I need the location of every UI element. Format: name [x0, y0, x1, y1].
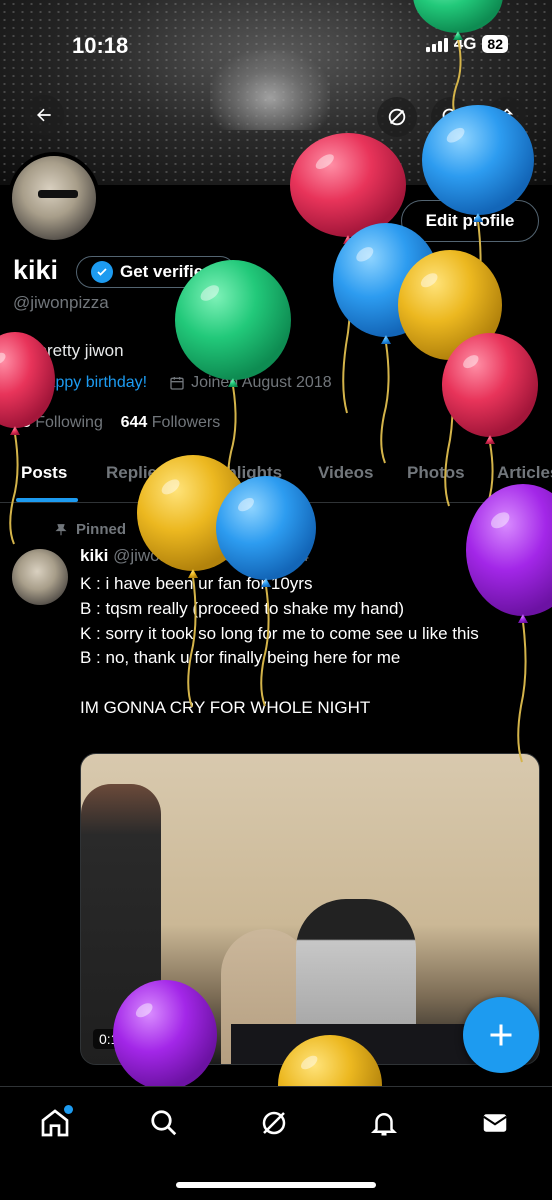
- balloon: [442, 333, 538, 544]
- tab-articles[interactable]: Articles: [497, 463, 552, 483]
- calendar-icon: [170, 377, 184, 390]
- balloon: [0, 332, 55, 545]
- status-indicators: 4G 82: [425, 34, 508, 54]
- back-arrow-icon: [37, 108, 51, 122]
- share-button[interactable]: [487, 97, 527, 137]
- post-line: K : i have been ur fan for 10yrs: [80, 574, 313, 593]
- grok-icon: [262, 1111, 286, 1135]
- tab-highlights[interactable]: Highlights: [199, 463, 282, 483]
- nav-search[interactable]: [144, 1103, 184, 1143]
- video-table: [231, 1024, 481, 1064]
- post-line: [80, 671, 535, 696]
- battery-level: 82: [482, 35, 508, 53]
- tab-posts[interactable]: Posts: [21, 463, 67, 483]
- display-name: kiki: [13, 255, 59, 285]
- followers-count: 644: [120, 414, 148, 431]
- nav-messages[interactable]: [475, 1103, 515, 1143]
- post-line: B : tqsm really (proceed to shake my han…: [80, 598, 405, 618]
- nav-home[interactable]: [35, 1103, 75, 1143]
- tab-videos[interactable]: Videos: [318, 463, 373, 483]
- pin-icon: [55, 523, 67, 535]
- grok-button[interactable]: [377, 97, 417, 137]
- nav-grok[interactable]: [254, 1103, 294, 1143]
- mail-icon: [483, 1114, 507, 1132]
- back-button[interactable]: [24, 95, 64, 135]
- verified-badge-icon: [91, 261, 113, 283]
- tab-replies[interactable]: Replies: [106, 463, 166, 483]
- post-text: K : i have been ur fan for 10yrs B : tqs…: [80, 572, 535, 721]
- video-duration: 0:17: [93, 1029, 133, 1049]
- tab-photos[interactable]: Photos: [407, 463, 465, 483]
- post-line: K : sorry it took so long for me to come…: [80, 623, 479, 643]
- following-count: 93: [13, 414, 31, 431]
- bell-icon: [370, 1113, 398, 1136]
- get-verified-label: Get verified: [120, 262, 214, 281]
- post-header: kiki @jiwonpizza · 07/03/2024: [80, 546, 309, 566]
- notification-dot: [64, 1105, 73, 1114]
- share-icon: [499, 108, 515, 125]
- pinned-text: Pinned: [76, 521, 127, 538]
- active-tab-indicator: [16, 498, 78, 502]
- profile-meta: Happy birthday! Joined August 2018: [13, 374, 332, 392]
- follow-stats: 93 Following 644 Followers: [13, 414, 220, 432]
- followers-link[interactable]: 644 Followers: [121, 414, 221, 431]
- grok-icon: [388, 108, 406, 126]
- post-avatar[interactable]: [12, 549, 68, 605]
- post-line: B : no, thank u for finally being here f…: [80, 648, 401, 668]
- status-time: 10:18: [72, 33, 129, 58]
- signal-icon: [425, 36, 448, 52]
- plus-icon: [490, 1024, 512, 1046]
- search-button[interactable]: [431, 97, 471, 137]
- post-handle-date: @jiwonpizza · 07/03/2024: [113, 546, 309, 565]
- edit-profile-button[interactable]: Edit profile: [401, 200, 539, 242]
- profile-bio: for pretty jiwon: [13, 341, 124, 360]
- search-icon: [151, 1110, 177, 1136]
- profile-avatar[interactable]: [8, 152, 100, 244]
- get-verified-button[interactable]: Get verified: [76, 256, 236, 288]
- search-icon: [442, 108, 460, 126]
- header-banner[interactable]: [0, 0, 552, 185]
- pinned-label: Pinned: [54, 521, 126, 538]
- video-person: [81, 784, 161, 1064]
- avatar-glasses: [38, 190, 78, 198]
- compose-button[interactable]: [463, 997, 539, 1073]
- following-label: Following: [35, 414, 103, 431]
- network-label: 4G: [453, 34, 477, 53]
- banner-stage-image: [210, 50, 330, 130]
- post-more-icon[interactable]: ···: [516, 545, 537, 566]
- joined-date: Joined August 2018: [191, 374, 332, 391]
- location-icon: [15, 375, 27, 391]
- birthday-text[interactable]: Happy birthday!: [35, 374, 147, 392]
- post-line: IM GONNA CRY FOR WHOLE NIGHT: [80, 697, 371, 717]
- post-author[interactable]: kiki: [80, 546, 108, 565]
- profile-tabs: Posts Replies Highlights Videos Photos A…: [0, 455, 552, 503]
- following-link[interactable]: 93 Following: [13, 414, 103, 431]
- balloon: [333, 223, 439, 464]
- profile-handle: @jiwonpizza: [13, 293, 109, 312]
- nav-notifications[interactable]: [364, 1103, 404, 1143]
- home-indicator: [176, 1182, 376, 1188]
- followers-label: Followers: [151, 414, 221, 431]
